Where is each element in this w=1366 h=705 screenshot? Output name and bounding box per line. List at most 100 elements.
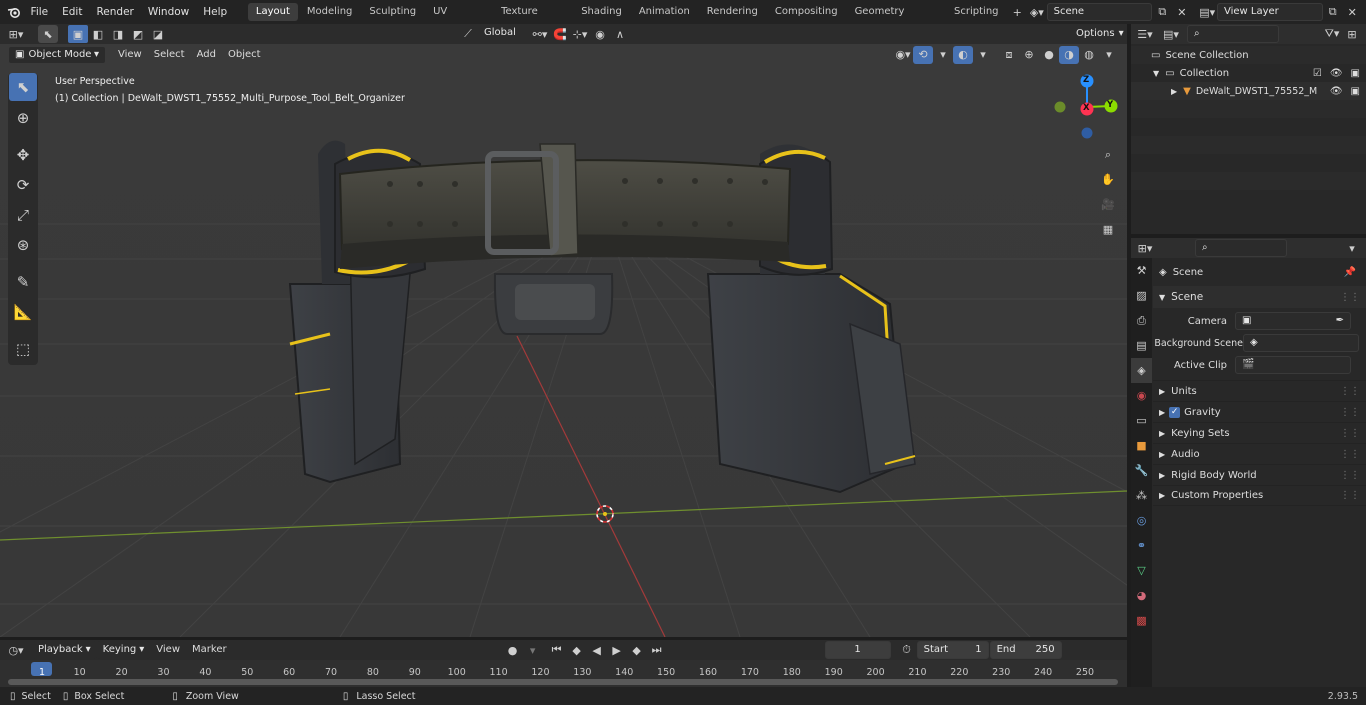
units-panel[interactable]: ▶ Units ⋮⋮ [1153, 380, 1366, 401]
start-frame-field[interactable]: Start 1 [916, 641, 989, 659]
filter-icon[interactable]: ⛛▾ [1322, 25, 1342, 43]
data-tab-icon[interactable]: ▽ [1131, 558, 1152, 583]
viewport-menu-object[interactable]: Object [222, 46, 267, 64]
move-tool-icon[interactable]: ✥ [9, 141, 37, 169]
menu-edit[interactable]: Edit [55, 0, 89, 24]
tab-sculpting[interactable]: Sculpting [361, 3, 424, 21]
menu-window[interactable]: Window [141, 0, 196, 24]
outliner-search-input[interactable]: ⌕ [1187, 25, 1279, 43]
scene-name-field[interactable]: Scene [1046, 3, 1153, 21]
tab-geometry-nodes[interactable]: Geometry Nodes [847, 3, 945, 35]
show-gizmo-icon[interactable]: ⟲ [913, 45, 933, 64]
active-clip-field[interactable]: 🎬 [1235, 356, 1351, 374]
rotate-tool-icon[interactable]: ⟳ [9, 171, 37, 199]
jump-start-icon[interactable]: ⏮ [547, 641, 567, 659]
remove-view-layer-icon[interactable]: ✕ [1342, 3, 1362, 21]
outliner-editor-type-icon[interactable]: ☰▾ [1135, 25, 1155, 43]
play-icon[interactable]: ▶ [607, 641, 627, 659]
select-invert-icon[interactable]: ◩ [128, 25, 148, 43]
world-tab-icon[interactable]: ◉ [1131, 383, 1152, 408]
show-overlays-icon[interactable]: ◐ [953, 45, 973, 64]
output-tab-icon[interactable]: ⎙ [1131, 308, 1152, 333]
playback-menu[interactable]: Playback ▾ [32, 641, 97, 659]
modifiers-tab-icon[interactable]: 🔧 [1131, 458, 1152, 483]
record-icon[interactable]: ● [503, 641, 523, 659]
tab-layout[interactable]: Layout [247, 3, 298, 21]
select-subtract-icon[interactable]: ◨ [108, 25, 128, 43]
outliner-row-object[interactable]: ▶ ▼ DeWalt_DWST1_75552_M 👁 ▣ [1131, 82, 1366, 100]
camera-view-icon[interactable]: 🎥 [1098, 192, 1118, 217]
view-layer-tab-icon[interactable]: ▤ [1131, 333, 1152, 358]
transform-orientation-dropdown[interactable]: Global [478, 25, 530, 43]
proportional-falloff-icon[interactable]: ∧ [610, 25, 630, 43]
tab-shading[interactable]: Shading [573, 3, 630, 21]
gravity-checkbox[interactable]: ✓ [1169, 406, 1181, 418]
jump-end-icon[interactable]: ⏭ [647, 641, 667, 659]
menu-help[interactable]: Help [196, 0, 234, 24]
tab-compositing[interactable]: Compositing [767, 3, 846, 21]
proportional-editing-icon[interactable]: ◉ [590, 25, 610, 43]
shading-dropdown-icon[interactable]: ▾ [1099, 46, 1119, 64]
checkbox-icon[interactable]: ☑ [1313, 68, 1322, 79]
rigid-body-world-panel[interactable]: ▶ Rigid Body World ⋮⋮ [1153, 464, 1366, 485]
wireframe-shading-icon[interactable]: ⊕ [1019, 46, 1039, 64]
measure-tool-icon[interactable]: 📐 [9, 298, 37, 326]
eye-icon[interactable]: 👁 [1330, 86, 1343, 97]
new-scene-icon[interactable]: ⧉ [1152, 3, 1172, 21]
timeline-menu-marker[interactable]: Marker [186, 641, 233, 659]
pan-hand-icon[interactable]: ✋ [1098, 167, 1118, 192]
tab-animation[interactable]: Animation [631, 3, 698, 21]
outliner-row-scene-collection[interactable]: ▭ Scene Collection [1131, 46, 1366, 64]
display-mode-icon[interactable]: ▤▾ [1161, 25, 1181, 43]
transform-tool-icon[interactable]: ⊛ [9, 231, 37, 259]
custom-properties-panel[interactable]: ▶ Custom Properties ⋮⋮ [1153, 485, 1366, 506]
tab-uv-editing[interactable]: UV Editing [425, 3, 492, 35]
end-frame-field[interactable]: End 250 [989, 641, 1062, 659]
timeline-menu-view[interactable]: View [150, 641, 186, 659]
xray-icon[interactable]: ⧈ [999, 46, 1019, 64]
prev-keyframe-icon[interactable]: ◆ [567, 641, 587, 659]
material-preview-icon[interactable]: ◑ [1059, 45, 1079, 64]
snap-icon[interactable]: 🧲 [550, 25, 570, 43]
material-tab-icon[interactable]: ◕ [1131, 583, 1152, 608]
select-new-icon[interactable]: ▣ [68, 25, 88, 43]
current-frame-field[interactable]: 1 [824, 641, 891, 659]
mode-dropdown[interactable]: ▣ Object Mode ▾ [8, 45, 106, 64]
scene-tab-icon[interactable]: ◈ [1131, 358, 1152, 383]
camera-icon[interactable]: ▣ [1351, 68, 1360, 79]
select-intersect-icon[interactable]: ◪ [148, 25, 168, 43]
keying-dropdown-icon[interactable]: ▾ [523, 641, 543, 659]
new-view-layer-icon[interactable]: ⧉ [1323, 3, 1343, 21]
camera-field[interactable]: ▣ ✒ [1235, 312, 1351, 330]
menu-file[interactable]: File [24, 0, 56, 24]
gizmo-dropdown-icon[interactable]: ▾ [933, 46, 953, 64]
drag-handle-icon[interactable]: ⋮⋮ [1340, 449, 1360, 460]
navigation-gizmo[interactable]: Z Y X [1052, 72, 1122, 142]
overlays-dropdown-icon[interactable]: ▾ [973, 46, 993, 64]
perspective-toggle-icon[interactable]: ▦ [1098, 217, 1118, 242]
solid-shading-icon[interactable]: ● [1039, 46, 1059, 64]
keying-menu[interactable]: Keying ▾ [96, 641, 151, 659]
collection-tab-icon[interactable]: ▭ [1131, 408, 1152, 433]
physics-tab-icon[interactable]: ◎ [1131, 508, 1152, 533]
next-keyframe-icon[interactable]: ◆ [627, 641, 647, 659]
expand-arrow-icon[interactable]: ▶ [1171, 87, 1177, 96]
view-layer-field[interactable]: View Layer [1216, 3, 1323, 21]
tab-modeling[interactable]: Modeling [299, 3, 361, 21]
scale-tool-icon[interactable]: ⤢ [9, 201, 37, 229]
camera-icon[interactable]: ▣ [1351, 86, 1360, 97]
eye-icon[interactable]: 👁 [1330, 68, 1343, 79]
drag-handle-icon[interactable]: ⋮⋮ [1340, 428, 1360, 439]
tab-scripting[interactable]: Scripting [946, 3, 1006, 21]
drag-handle-icon[interactable]: ⋮⋮ [1340, 407, 1360, 418]
properties-editor-type-icon[interactable]: ⊞▾ [1135, 239, 1155, 257]
snap-target-icon[interactable]: ⊹▾ [570, 25, 590, 43]
blender-logo-icon[interactable] [4, 3, 24, 21]
transform-orientation-icon[interactable]: ⟋ [458, 25, 478, 43]
outliner-row-collection[interactable]: ▼ ▭ Collection ☑ 👁 ▣ [1131, 64, 1366, 82]
select-box-tool-icon[interactable]: ⬉ [9, 73, 37, 101]
particles-tab-icon[interactable]: ⁂ [1131, 483, 1152, 508]
background-scene-field[interactable]: ◈ [1243, 334, 1359, 352]
view-layer-selector-icon[interactable]: ▤▾ [1197, 3, 1217, 21]
tab-rendering[interactable]: Rendering [699, 3, 766, 21]
